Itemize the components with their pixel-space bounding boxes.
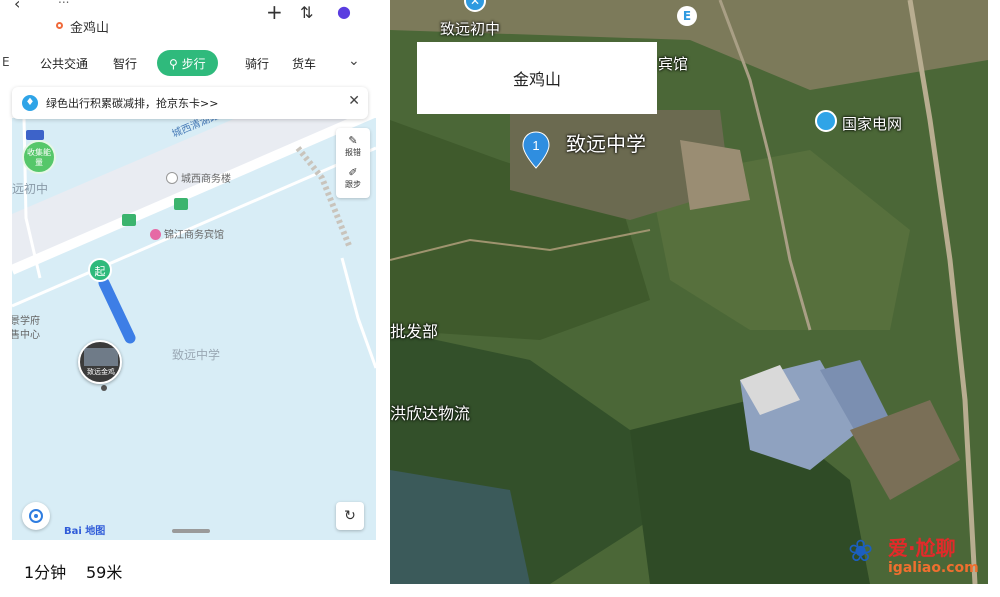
poi-chengxi-text: 城西商务楼	[181, 174, 231, 185]
poi-chengxi-label: 城西商务楼	[166, 170, 231, 185]
poi-zhiyuan-label: 致远中学	[172, 348, 221, 362]
map-side-tools: ✎ 报错 ✐ 跟步	[336, 128, 370, 198]
back-arrow-icon[interactable]: ‹	[14, 0, 20, 13]
wholesale-label: 批发部	[390, 322, 439, 341]
promo-text: 绿色出行积累碳减排，抢京东卡>>	[46, 97, 219, 110]
walking-icon: ⚲	[169, 57, 182, 71]
start-marker[interactable]: 起	[88, 258, 112, 282]
refresh-button[interactable]: ↻	[336, 502, 364, 530]
close-icon[interactable]: ✕	[348, 93, 360, 109]
pen-icon: ✐	[348, 166, 358, 179]
school-partial-label: 远初中	[12, 182, 49, 196]
report-error-tool[interactable]: ✎ 报错	[336, 134, 370, 158]
left-edge-label-1: 景学府	[12, 316, 40, 327]
green-travel-promo-banner[interactable]: ♦ 绿色出行积累碳减排，抢京东卡>> ✕	[12, 87, 368, 119]
travel-mode-tabs: E 公共交通 智行 ⚲ 步行 骑行 货车 ⌄	[0, 48, 378, 80]
watermark-name: 爱·尬聊	[888, 536, 956, 560]
satellite-map[interactable]: ✕ 致远初中 E 宾馆 金鸡山 1 致远中学 国家电网 批发部 洪欣达物流	[390, 0, 988, 584]
building-photo-icon	[84, 348, 118, 366]
phone-map-screen: ‹ ... 金鸡山 + ⇅ ● E 公共交通 智行 ⚲ 步行 骑行 货车 ⌄ ♦…	[0, 0, 378, 597]
tab-truck[interactable]: 货车	[292, 55, 316, 72]
poi-jinjiang-label: 锦江商务宾馆	[150, 226, 224, 241]
junior-school-label: 致远初中	[440, 20, 501, 38]
route-summary[interactable]: 1分钟 59米	[0, 540, 378, 597]
tab-smart[interactable]: 智行	[113, 55, 137, 72]
drag-handle[interactable]	[172, 529, 210, 533]
locate-button[interactable]	[22, 502, 50, 530]
voice-mic-icon[interactable]: ●	[337, 2, 351, 21]
baidu-logo: Bai 地图	[64, 526, 106, 537]
tab-walking[interactable]: ⚲ 步行	[157, 50, 218, 76]
tab-walking-label: 步行	[181, 57, 206, 71]
swap-route-icon[interactable]: ⇅	[300, 3, 313, 22]
hotel-label: 宾馆	[658, 55, 689, 73]
collect-energy-badge[interactable]: 收集能量	[22, 140, 56, 174]
chevron-down-icon[interactable]: ⌄	[348, 53, 360, 69]
tab-cycling[interactable]: 骑行	[245, 55, 269, 72]
report-error-label: 报错	[345, 148, 361, 157]
callout-title: 金鸡山	[512, 70, 561, 89]
site-watermark: ❀ 爱·尬聊 igaliao.com	[848, 528, 996, 584]
location-pin-icon[interactable]: 1	[521, 130, 551, 170]
target-icon	[29, 509, 43, 523]
leaf-icon: ♦	[22, 95, 38, 111]
middle-school-label: 致远中学	[566, 132, 646, 156]
location-callout[interactable]: 金鸡山	[417, 42, 657, 114]
refresh-icon: ↻	[344, 508, 356, 524]
follow-tool[interactable]: ✐ 跟步	[336, 166, 370, 190]
follow-label: 跟步	[345, 180, 361, 189]
destination-dot-icon	[56, 22, 63, 29]
map-canvas[interactable]: 收集能量 城西清湖路 远初中 城西商务楼 锦江商务宾馆 致远中学 景学府 售中心…	[12, 118, 376, 540]
left-edge-label-2: 售中心	[12, 330, 40, 341]
route-distance: 59米	[86, 563, 123, 582]
bus-stop-icon[interactable]	[122, 214, 136, 226]
route-search-header: ‹ ... 金鸡山 + ⇅ ●	[0, 0, 378, 44]
power-grid-icon	[815, 110, 837, 132]
watermark-url: igaliao.com	[888, 560, 979, 576]
tab-partial[interactable]: E	[2, 55, 10, 69]
origin-field[interactable]: ...	[58, 0, 168, 6]
destination-photo-pin[interactable]: 致远金鸡	[78, 340, 122, 384]
destination-field[interactable]: 金鸡山	[70, 17, 109, 36]
tab-transit[interactable]: 公共交通	[40, 55, 88, 72]
power-grid-label: 国家电网	[842, 115, 903, 133]
route-time: 1分钟	[24, 563, 67, 582]
pin-number: 1	[532, 138, 539, 153]
energy-top-icon	[26, 130, 44, 140]
hotel-icon: E	[677, 6, 697, 26]
school-court	[680, 140, 750, 210]
add-waypoint-icon[interactable]: +	[266, 0, 283, 24]
building-icon	[166, 172, 178, 184]
logistics-label: 洪欣达物流	[390, 404, 471, 423]
destination-marker-dot	[101, 385, 107, 391]
running-figure-icon: ❀	[848, 534, 874, 569]
edit-icon: ✎	[348, 134, 358, 147]
poi-jinjiang-text: 锦江商务宾馆	[164, 230, 224, 241]
hotel-icon	[150, 229, 161, 240]
photo-pin-label: 致远金鸡	[87, 368, 115, 376]
bus-stop-icon[interactable]	[174, 198, 188, 210]
